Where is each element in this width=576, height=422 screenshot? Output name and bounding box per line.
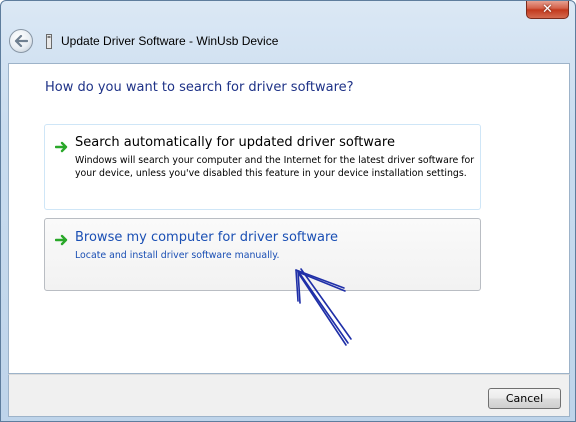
device-icon: [46, 34, 52, 49]
option-title: Search automatically for updated driver …: [75, 135, 395, 150]
page-heading: How do you want to search for driver sof…: [45, 80, 354, 95]
update-driver-window: ✕ Update Driver Software - WinUsb Device…: [0, 0, 576, 422]
close-button[interactable]: ✕: [526, 1, 569, 19]
search-automatically-option[interactable]: Search automatically for updated driver …: [44, 124, 481, 210]
title-bar: ✕ Update Driver Software - WinUsb Device: [1, 1, 575, 63]
option-description: Locate and install driver software manua…: [75, 250, 280, 261]
back-arrow-icon: [14, 35, 28, 47]
browse-computer-option[interactable]: Browse my computer for driver software L…: [44, 218, 481, 291]
option-title: Browse my computer for driver software: [75, 230, 338, 245]
green-arrow-icon: [55, 234, 68, 246]
green-arrow-icon: [55, 141, 68, 153]
close-icon: ✕: [542, 1, 553, 17]
footer-bar: Cancel: [8, 374, 570, 417]
hand-drawn-arrow-annotation: [295, 268, 352, 346]
option-description: Windows will search your computer and th…: [75, 155, 475, 179]
cancel-button[interactable]: Cancel: [488, 388, 561, 409]
back-button[interactable]: [9, 29, 33, 53]
window-title: Update Driver Software - WinUsb Device: [61, 34, 279, 48]
